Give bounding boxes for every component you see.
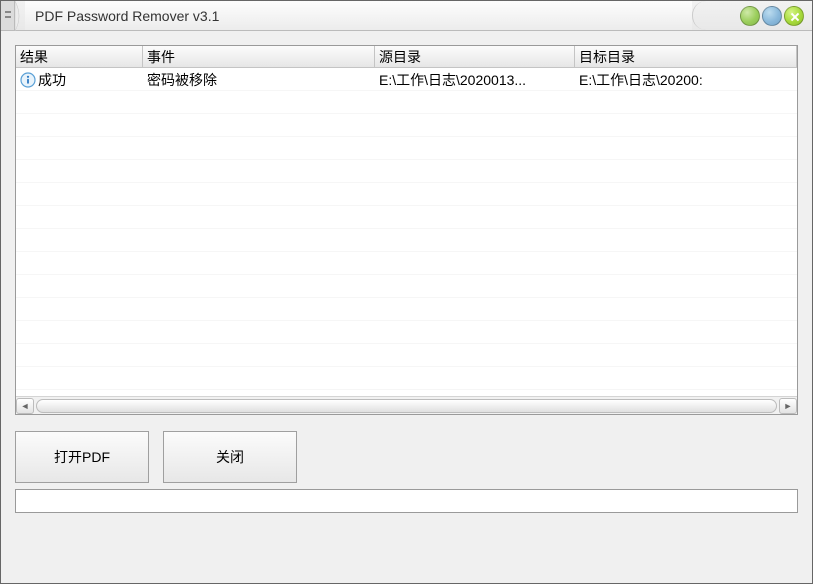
table-row[interactable]: 成功 密码被移除 E:\工作\日志\2020013... E:\工作\日志\20… <box>16 68 797 91</box>
titlebar-grip <box>1 1 15 30</box>
cell-result-text: 成功 <box>38 70 66 90</box>
table-body: 成功 密码被移除 E:\工作\日志\2020013... E:\工作\日志\20… <box>16 68 797 396</box>
horizontal-scrollbar[interactable]: ◄ ► <box>16 396 797 414</box>
open-pdf-button[interactable]: 打开PDF <box>15 431 149 483</box>
scroll-track[interactable] <box>36 399 777 413</box>
column-header-target[interactable]: 目标目录 <box>575 46 797 67</box>
table-header: 结果 事件 源目录 目标目录 <box>16 46 797 68</box>
cell-result: 成功 <box>16 70 143 90</box>
results-table: 结果 事件 源目录 目标目录 成功 <box>15 45 798 415</box>
cell-target: E:\工作\日志\20200: <box>575 70 797 90</box>
status-bar <box>15 489 798 513</box>
button-row: 打开PDF 关闭 <box>15 431 798 483</box>
column-header-result[interactable]: 结果 <box>16 46 143 67</box>
scroll-right-button[interactable]: ► <box>779 398 797 414</box>
close-window-button[interactable] <box>784 6 804 26</box>
scroll-thumb[interactable] <box>36 399 777 413</box>
cell-event: 密码被移除 <box>143 70 375 90</box>
window-controls <box>692 1 812 30</box>
scroll-left-button[interactable]: ◄ <box>16 398 34 414</box>
column-header-event[interactable]: 事件 <box>143 46 375 67</box>
cell-source: E:\工作\日志\2020013... <box>375 70 575 90</box>
content-area: 结果 事件 源目录 目标目录 成功 <box>1 31 812 583</box>
app-window: PDF Password Remover v3.1 结果 事件 源目录 目标目录 <box>0 0 813 584</box>
titlebar: PDF Password Remover v3.1 <box>1 1 812 31</box>
minimize-button[interactable] <box>740 6 760 26</box>
window-title: PDF Password Remover v3.1 <box>25 1 692 30</box>
maximize-button[interactable] <box>762 6 782 26</box>
close-button[interactable]: 关闭 <box>163 431 297 483</box>
titlebar-notch <box>15 1 25 30</box>
info-icon <box>20 72 36 88</box>
column-header-source[interactable]: 源目录 <box>375 46 575 67</box>
